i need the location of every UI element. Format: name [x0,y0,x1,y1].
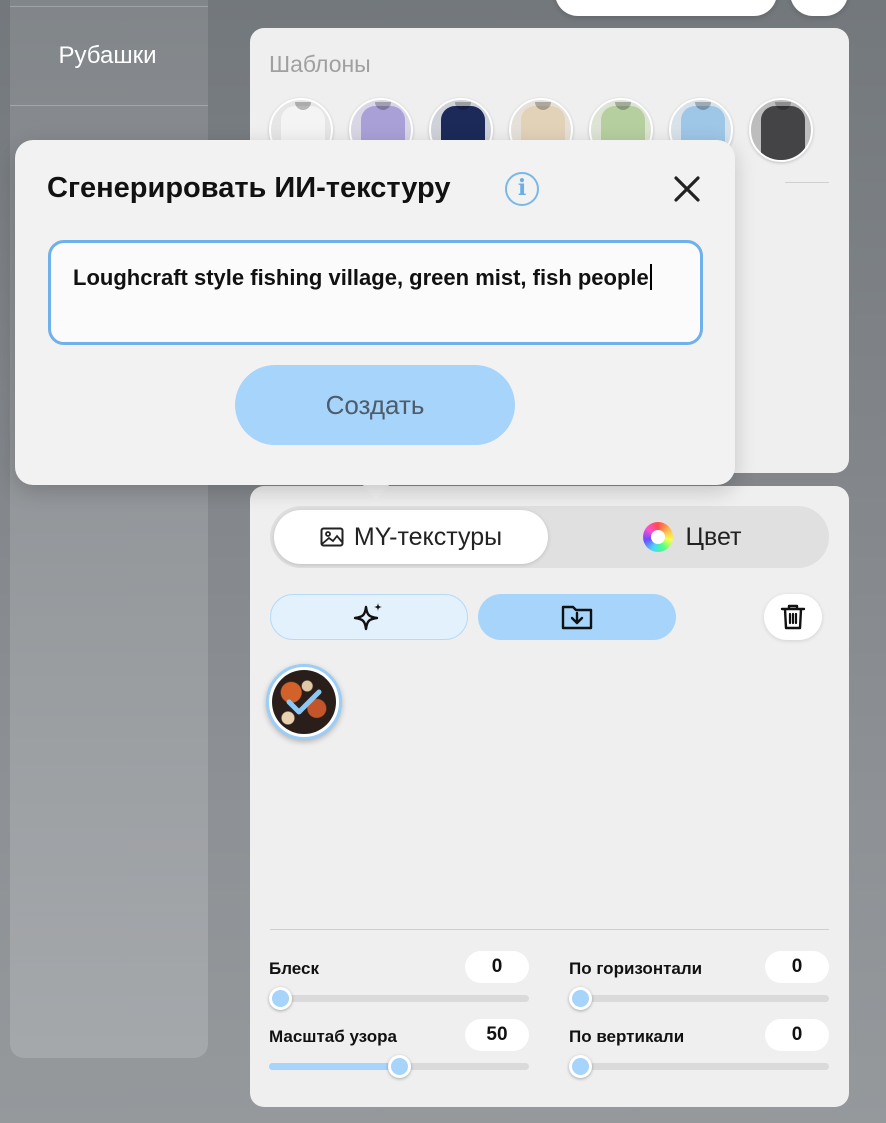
generate-ai-texture-button[interactable] [270,594,468,640]
tab-color-label: Цвет [685,522,742,551]
vertical-label: По вертикали [569,1027,685,1046]
upload-texture-button[interactable] [478,594,676,640]
scale-value[interactable]: 50 [465,1019,529,1051]
vertical-value[interactable]: 0 [765,1019,829,1051]
sidebar-item-shirts[interactable]: Рубашки [0,42,215,70]
color-wheel-icon [643,522,674,552]
textures-panel: MY-текстуры Цвет Блеск 0 По горизонтали … [250,486,849,1107]
horizontal-slider-thumb[interactable] [569,987,592,1010]
horizontal-slider[interactable] [569,987,829,1010]
texture-item-selected[interactable] [266,664,342,740]
template-swatch-charcoal[interactable] [749,98,813,162]
vertical-slider[interactable] [569,1055,829,1078]
dialog-pointer [362,484,390,500]
tab-my-textures-label: MY-текстуры [353,522,503,551]
delete-texture-button[interactable] [764,594,822,640]
tab-my-textures[interactable]: MY-текстуры [274,510,548,564]
info-icon[interactable]: i [505,172,539,206]
folder-download-icon [561,605,593,630]
sidebar-divider [10,105,208,106]
text-caret [649,264,652,290]
scale-slider-thumb[interactable] [388,1055,411,1078]
templates-divider [785,182,829,183]
dialog-title: Сгенерировать ИИ-текстуру [47,172,451,204]
prompt-text: Loughcraft style fishing village, green … [73,265,649,290]
image-icon [320,527,344,547]
sparkles-icon [353,603,382,631]
top-icon-button[interactable] [790,0,848,16]
texture-preview-image [272,670,336,734]
gloss-value[interactable]: 0 [465,951,529,983]
trash-icon [780,604,806,630]
scale-slider[interactable] [269,1055,529,1078]
templates-title: Шаблоны [269,51,371,77]
sidebar-divider [10,6,208,7]
texture-tabs: MY-текстуры Цвет [270,506,829,568]
ai-texture-dialog: Сгенерировать ИИ-текстуру i Loughcraft s… [15,140,735,485]
gloss-label: Блеск [269,959,319,978]
vertical-slider-thumb[interactable] [569,1055,592,1078]
prompt-input[interactable]: Loughcraft style fishing village, green … [48,240,703,345]
gloss-slider[interactable] [269,987,529,1010]
horizontal-value[interactable]: 0 [765,951,829,983]
scale-label: Масштаб узора [269,1027,397,1046]
gloss-slider-thumb[interactable] [269,987,292,1010]
scale-slider-fill [269,1063,399,1070]
controls-divider [270,929,829,930]
create-button[interactable]: Создать [235,365,515,445]
close-icon[interactable] [670,172,704,206]
tab-color[interactable]: Цвет [560,510,825,564]
top-action-button[interactable] [555,0,777,16]
horizontal-label: По горизонтали [569,959,703,978]
checkmark-icon [286,689,322,715]
